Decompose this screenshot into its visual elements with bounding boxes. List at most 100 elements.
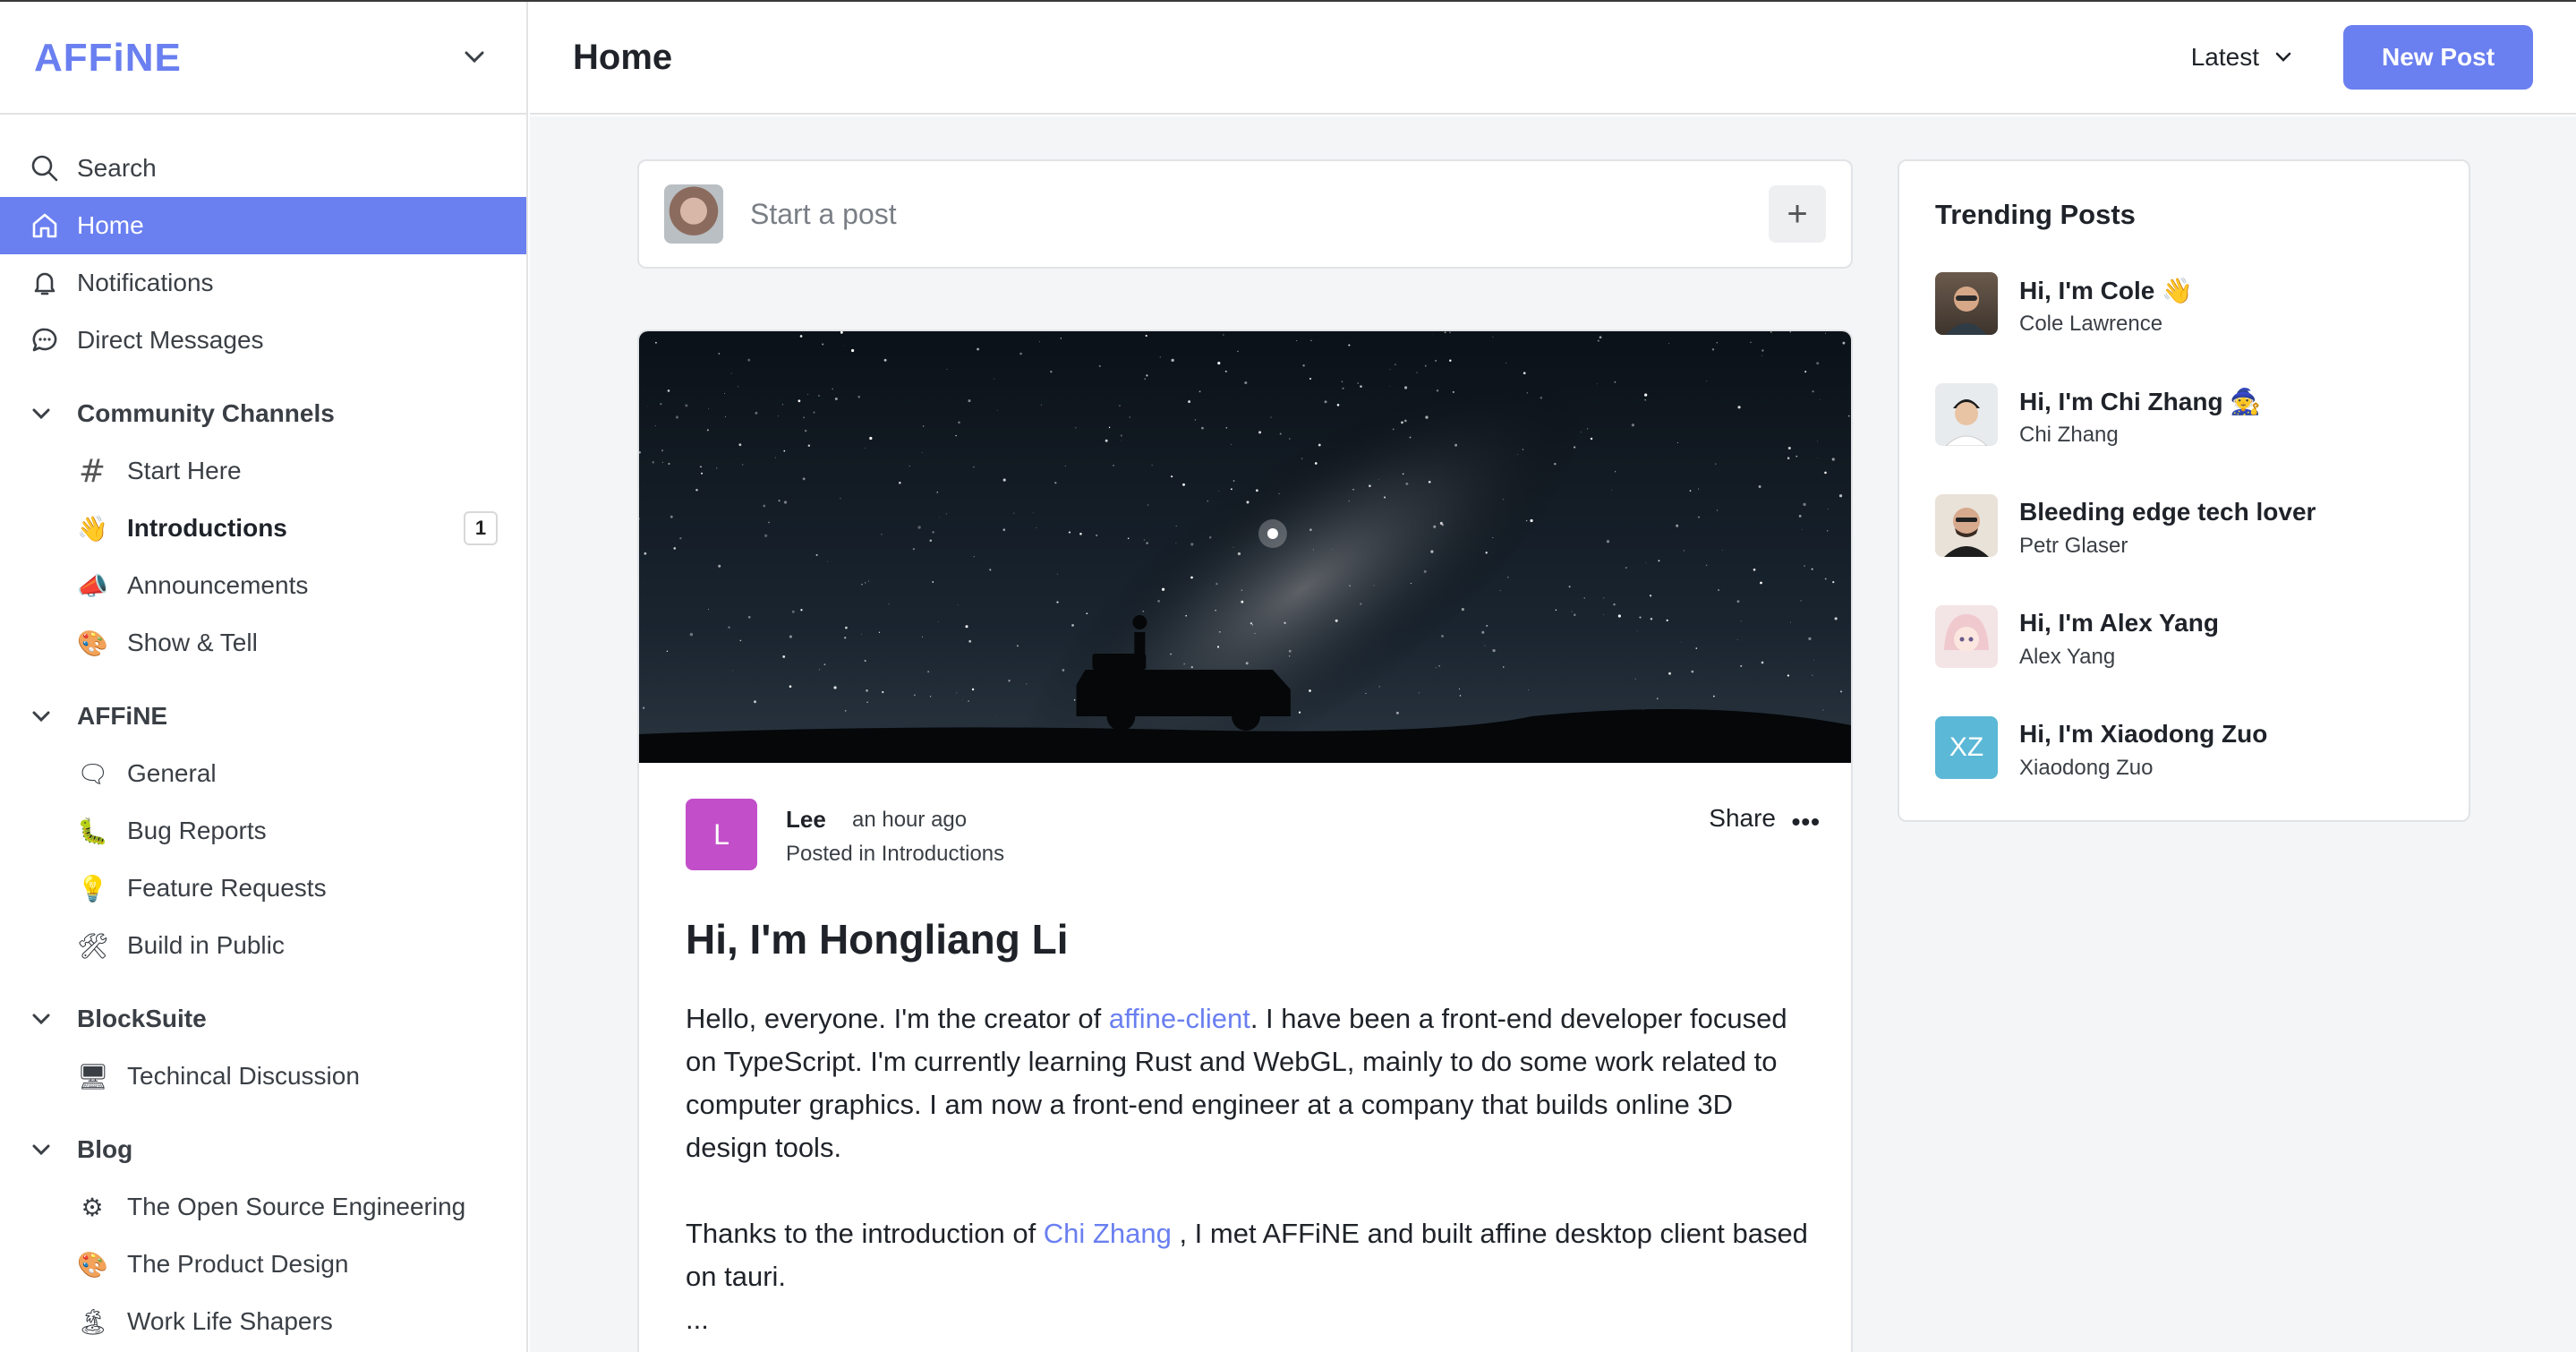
channel-label: Show & Tell [127,629,258,656]
trending-post[interactable]: Bleeding edge tech lover Petr Glaser [1935,494,2454,558]
avatar [1935,272,1998,335]
trending-post[interactable]: Hi, I'm Cole 👋 Cole Lawrence [1935,272,2454,336]
affine-logo: AFFiNE [34,35,193,80]
post-composer[interactable]: Start a post + [637,159,1853,269]
channel-show-and-tell[interactable]: 🎨 Show & Tell [0,614,526,672]
trending-post-title: Hi, I'm Xiaodong Zuo [2019,720,2268,748]
channel-label: Build in Public [127,931,285,959]
channel-label: Start Here [127,457,242,484]
composer-placeholder: Start a post [750,197,897,230]
trending-title: Trending Posts [1935,199,2136,230]
sidebar-item-direct-messages[interactable]: Direct Messages [0,312,526,369]
sort-dropdown[interactable]: Latest [2191,43,2291,72]
avatar [1935,605,1998,668]
chat-bubble-icon [29,324,61,356]
trending-post-author: Alex Yang [2019,645,2116,669]
bug-icon: 🐛 [77,816,108,846]
post-card[interactable]: L Lee an hour ago Posted in Introduction… [637,329,1853,1352]
sidebar-item-notifications[interactable]: Notifications [0,254,526,312]
avatar [1935,383,1998,446]
trending-post-title: Hi, I'm Alex Yang [2019,609,2219,637]
trending-post-author: Chi Zhang [2019,423,2119,447]
chevron-down-icon [32,1014,57,1024]
island-icon: 🏝 [77,1306,109,1337]
trending-post-title: Bleeding edge tech lover [2019,498,2316,526]
more-options-icon[interactable]: ••• [1792,808,1821,836]
chi-zhang-link[interactable]: Chi Zhang [1044,1218,1172,1249]
share-button[interactable]: Share [1709,804,1776,833]
trending-post[interactable]: XZ Hi, I'm Xiaodong Zuo Xiaodong Zuo [1935,716,2454,780]
affine-client-link[interactable]: affine-client [1109,1003,1250,1034]
posted-in[interactable]: Posted in Introductions [786,842,1004,867]
bell-icon [29,267,61,299]
post-body: Hello, everyone. I'm the creator of affi… [686,997,1813,1341]
channel-introductions[interactable]: 👋 Introductions 1 [0,500,526,557]
post-timestamp: an hour ago [852,808,968,832]
avatar: XZ [1935,716,1998,779]
channel-build-in-public[interactable]: 🛠 Build in Public [0,917,526,974]
section-blocksuite[interactable]: BlockSuite [0,990,526,1048]
workspace-switcher[interactable]: AFFiNE [0,2,526,115]
channel-label: Feature Requests [127,874,327,902]
trending-post[interactable]: Hi, I'm Chi Zhang 🧙 Chi Zhang [1935,383,2454,447]
channel-label: The Open Source Engineering [127,1193,466,1220]
channel-label: Bug Reports [127,817,267,844]
sidebar: AFFiNE Search Home Notifications Direct … [0,2,528,1352]
chevron-down-icon [32,408,57,419]
channel-label: The Product Design [127,1250,349,1278]
post-cover-image [639,331,1851,763]
top-header: Home Latest New Post [530,2,2576,115]
section-blog[interactable]: Blog [0,1121,526,1178]
palette-icon: 🎨 [77,628,108,658]
channel-general[interactable]: 🗨 General [0,745,526,802]
section-affine[interactable]: AFFiNE [0,688,526,745]
channel-label: Techincal Discussion [127,1062,360,1090]
new-post-button[interactable]: New Post [2343,25,2533,90]
home-icon [29,210,61,242]
ellipsis: ... [686,1304,709,1335]
tools-icon: 🛠 [77,930,109,961]
channel-product-design[interactable]: 🎨 The Product Design [0,1236,526,1293]
chevron-down-icon[interactable] [456,39,492,75]
waving-hand-icon: 👋 [77,513,108,543]
speech-bubble-icon: 🗨 [77,758,109,789]
affine-logo-icon: AFFiNE [34,37,182,78]
trending-post-title: Hi, I'm Cole 👋 [2019,277,2193,304]
channel-label: General [127,759,217,787]
gear-icon: ⚙ [81,1192,104,1222]
add-post-button[interactable]: + [1769,185,1826,243]
trending-post[interactable]: Hi, I'm Alex Yang Alex Yang [1935,605,2454,669]
search-icon [29,152,61,184]
megaphone-icon: 📣 [77,570,108,601]
channel-label: Announcements [127,571,309,599]
trending-posts-panel: Trending Posts Hi, I'm Cole 👋 Cole Lawre… [1898,159,2470,822]
author-name[interactable]: Lee [786,806,826,834]
post-paragraph: Thanks to the introduction of Chi Zhang … [686,1212,1813,1298]
section-community-channels[interactable]: Community Channels [0,385,526,442]
user-avatar [664,184,723,244]
text: Hello, everyone. I'm the creator of [686,1003,1109,1034]
channel-bug-reports[interactable]: 🐛 Bug Reports [0,802,526,860]
sidebar-item-label: Search [77,154,157,182]
channel-start-here[interactable]: # Start Here [0,442,526,500]
sidebar-item-search[interactable]: Search [0,140,526,197]
sidebar-item-home[interactable]: Home [0,197,526,254]
trending-post-author: Cole Lawrence [2019,312,2163,336]
desktop-computer-icon: 🖥 [77,1061,109,1091]
author-avatar[interactable]: L [686,799,757,870]
channel-open-source-engineering[interactable]: ⚙ The Open Source Engineering [0,1178,526,1236]
main-feed: Start a post + L Lee an hour ago Posted … [530,116,2576,1352]
light-bulb-icon: 💡 [77,873,108,903]
trending-post-author: Xiaodong Zuo [2019,756,2154,780]
avatar-initials: XZ [1949,732,1984,762]
channel-feature-requests[interactable]: 💡 Feature Requests [0,860,526,917]
svg-text:AFFiNE: AFFiNE [34,37,182,78]
chevron-down-icon [2275,52,2291,63]
section-title: Community Channels [77,399,335,427]
channel-announcements[interactable]: 📣 Announcements [0,557,526,614]
channel-technical-discussion[interactable]: 🖥 Techincal Discussion [0,1048,526,1105]
channel-work-life-shapers[interactable]: 🏝 Work Life Shapers [0,1293,526,1350]
sidebar-item-label: Notifications [77,269,214,296]
hash-icon: # [78,452,107,490]
text: Thanks to the introduction of [686,1218,1044,1249]
